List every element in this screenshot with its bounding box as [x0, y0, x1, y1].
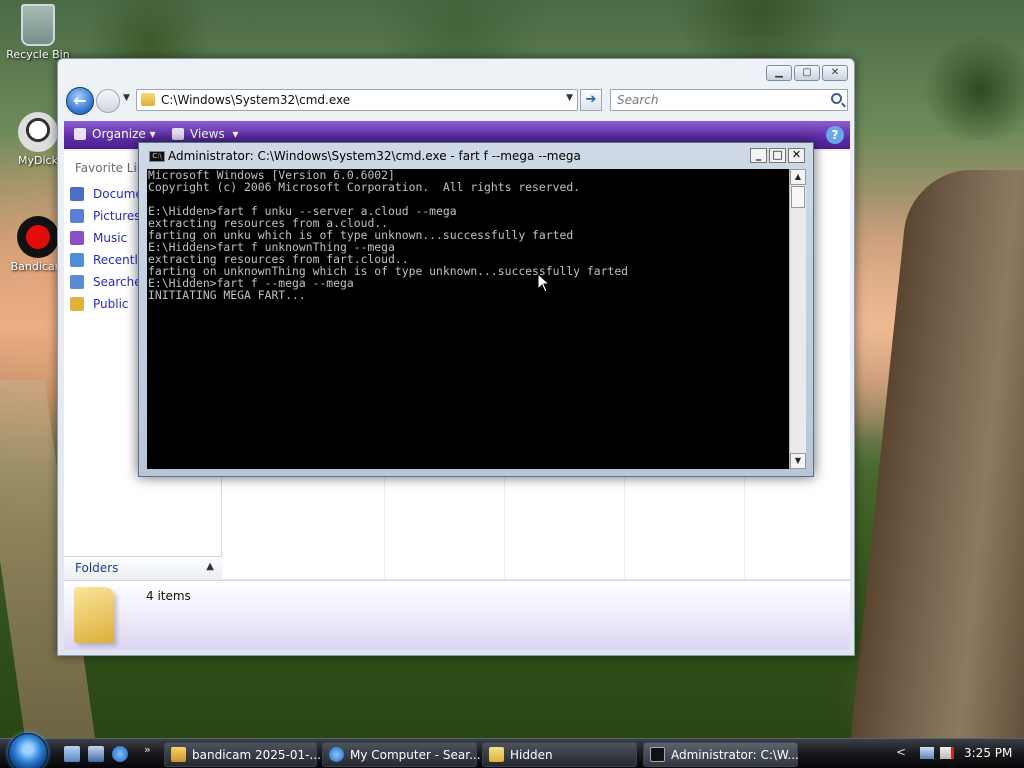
cmd-task-icon [650, 747, 665, 762]
wallpaper-tree-trunk [849, 170, 1024, 738]
organize-button[interactable]: Organize ▾ [74, 127, 156, 141]
start-button[interactable] [8, 733, 48, 768]
recent-icon [70, 253, 84, 267]
forward-button[interactable] [96, 89, 120, 113]
views-icon [172, 128, 184, 140]
explorer-caption-buttons: ▁ ▢ ✕ [766, 65, 848, 81]
views-label: Views [190, 127, 225, 141]
search-placeholder: Search [617, 93, 659, 107]
console-window[interactable]: C:\ Administrator: C:\Windows\System32\c… [138, 142, 814, 477]
desktop-icon-label: MyDick [18, 154, 58, 167]
taskbar-button-bandicam[interactable]: bandicam 2025-01-... [164, 742, 321, 767]
back-button[interactable]: ← [66, 87, 94, 115]
music-icon [70, 231, 84, 245]
navigation-bar: ← ▼ C:\Windows\System32\cmd.exe ▼ ➔ Sear… [66, 87, 850, 117]
favorite-link-label: Public [93, 297, 129, 311]
chevron-right-icon[interactable]: » [144, 743, 151, 756]
console-line: INITIATING MEGA FART... [148, 288, 306, 302]
chevron-left-icon[interactable]: < [896, 745, 906, 759]
search-icon[interactable] [831, 93, 842, 104]
chevron-up-icon: ▲ [206, 561, 214, 572]
recycle-bin-icon [21, 4, 55, 46]
chevron-down-icon[interactable]: ▼ [566, 93, 573, 103]
ie-task-icon [329, 747, 344, 762]
taskbar: » bandicam 2025-01-... My Computer - Sea… [0, 733, 1024, 768]
scroll-up-button[interactable]: ▲ [790, 169, 806, 185]
address-bar[interactable]: C:\Windows\System32\cmd.exe ▼ [136, 89, 578, 111]
minimize-button[interactable]: _ [750, 148, 767, 163]
notification-area: < 3:25 PM [890, 739, 1024, 768]
console-titlebar[interactable]: C:\ Administrator: C:\Windows\System32\c… [139, 143, 813, 169]
vertical-scrollbar[interactable]: ▲ ▼ [789, 169, 806, 469]
taskbar-button-label: Hidden [510, 748, 553, 762]
documents-icon [70, 187, 84, 201]
folder-icon [70, 297, 84, 311]
go-button[interactable]: ➔ [580, 89, 602, 111]
internet-explorer-icon[interactable] [112, 746, 128, 762]
favorite-link-label: Pictures [93, 209, 141, 223]
bandicam-task-icon [171, 747, 186, 762]
bandicam-icon [17, 216, 59, 258]
show-desktop-icon[interactable] [64, 746, 80, 762]
folders-toggle[interactable]: Folders ▲ [64, 556, 222, 580]
scroll-thumb[interactable] [791, 186, 805, 208]
console-icon[interactable]: C:\ [149, 151, 165, 162]
help-icon[interactable]: ? [826, 126, 844, 144]
scroll-down-button[interactable]: ▼ [790, 453, 806, 469]
address-text: C:\Windows\System32\cmd.exe [161, 93, 351, 107]
close-button[interactable]: ✕ [822, 65, 848, 81]
folder-task-icon [489, 747, 504, 762]
maximize-button[interactable]: □ [769, 148, 786, 163]
organize-icon [74, 128, 86, 140]
console-line: Copyright (c) 2006 Microsoft Corporation… [148, 180, 581, 194]
folder-icon [141, 93, 155, 106]
mouse-cursor-icon [537, 273, 551, 293]
clock[interactable]: 3:25 PM [964, 746, 1012, 760]
desktop-icon-recycle-bin[interactable]: Recycle Bin [2, 4, 74, 61]
close-button[interactable]: ✕ [788, 148, 805, 163]
switch-windows-icon[interactable] [88, 746, 104, 762]
folder-icon [74, 587, 114, 643]
taskbar-button-label: My Computer - Sear... [350, 748, 481, 762]
taskbar-button-my-computer[interactable]: My Computer - Sear... [322, 742, 481, 767]
details-pane: 4 items [64, 580, 850, 650]
shortcut-icon [18, 112, 58, 152]
console-title: Administrator: C:\Windows\System32\cmd.e… [168, 149, 581, 163]
item-count: 4 items [146, 589, 191, 603]
search-input[interactable]: Search [610, 89, 848, 111]
pictures-icon [70, 209, 84, 223]
volume-muted-icon[interactable] [940, 747, 954, 759]
maximize-button[interactable]: ▢ [794, 65, 820, 81]
console-caption-buttons: _ □ ✕ [750, 148, 805, 163]
taskbar-button-hidden[interactable]: Hidden [482, 742, 637, 767]
taskbar-button-label: bandicam 2025-01-... [192, 748, 321, 762]
favorite-link-label: Music [93, 231, 128, 245]
minimize-button[interactable]: ▁ [766, 65, 792, 81]
searches-icon [70, 275, 84, 289]
recent-pages-dropdown[interactable]: ▼ [123, 93, 130, 103]
organize-label: Organize [92, 127, 146, 141]
console-output[interactable]: Microsoft Windows [Version 6.0.6002] Cop… [147, 169, 789, 469]
views-button[interactable]: Views ▾ [172, 127, 238, 141]
taskbar-button-administrator[interactable]: Administrator: C:\W... [643, 742, 799, 767]
network-icon[interactable] [920, 747, 934, 759]
folders-label: Folders [75, 561, 119, 575]
taskbar-button-label: Administrator: C:\W... [671, 748, 799, 762]
